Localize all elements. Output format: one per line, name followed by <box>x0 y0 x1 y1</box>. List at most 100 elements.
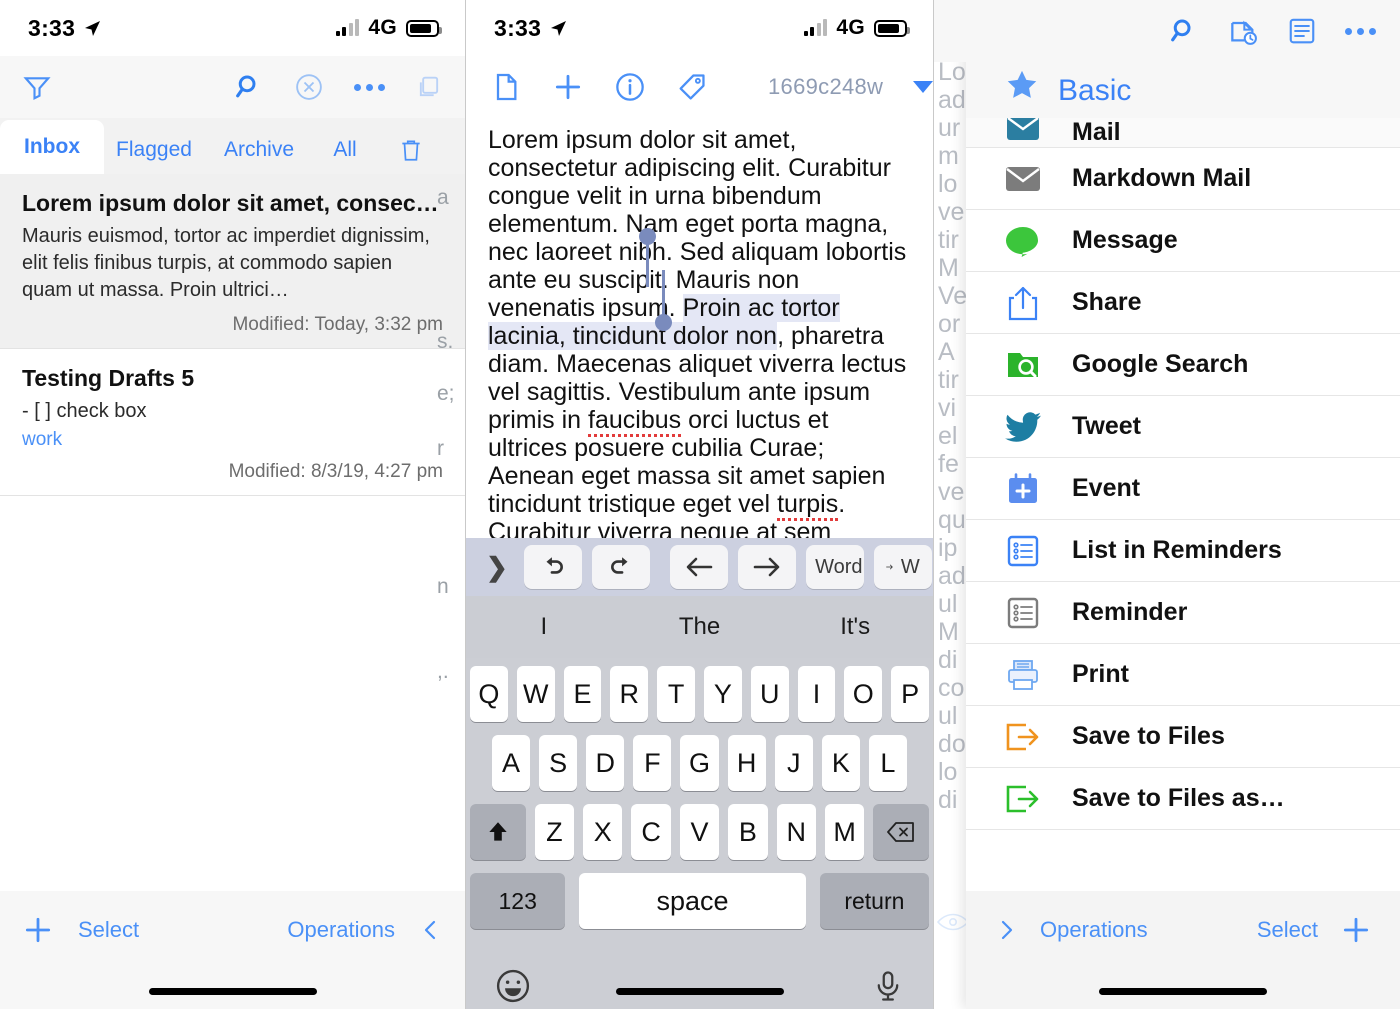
document-title[interactable]: 1669c248w <box>768 74 883 100</box>
key-d[interactable]: D <box>586 735 625 791</box>
search-icon[interactable] <box>234 72 264 102</box>
chevron-right-icon[interactable]: ❯ <box>480 552 514 583</box>
more-icon[interactable] <box>354 83 385 91</box>
operations-button[interactable]: Operations <box>287 917 395 943</box>
key-b[interactable]: B <box>728 804 768 860</box>
key-g[interactable]: G <box>680 735 719 791</box>
key-s[interactable]: S <box>539 735 578 791</box>
key-n[interactable]: N <box>776 804 816 860</box>
word-right-button[interactable]: W <box>873 545 932 589</box>
word-left-button[interactable]: Word <box>805 545 864 589</box>
bottom-row: Operations Select <box>966 891 1400 969</box>
key-k[interactable]: K <box>821 735 860 791</box>
key-e[interactable]: E <box>563 666 602 722</box>
action-item-save-to-files[interactable]: Save to Files <box>966 706 1400 768</box>
tag-icon[interactable] <box>676 71 708 103</box>
info-circle-icon[interactable] <box>614 71 646 103</box>
key-u[interactable]: U <box>750 666 789 722</box>
cursor-left-button[interactable] <box>669 545 728 589</box>
key-h[interactable]: H <box>727 735 766 791</box>
key-x[interactable]: X <box>583 804 623 860</box>
key-j[interactable]: J <box>774 735 813 791</box>
on-screen-keyboard: Q W E R T Y U I O P A S D F G H J K L Z … <box>466 658 933 1009</box>
action-item-event[interactable]: Event <box>966 458 1400 520</box>
select-button[interactable]: Select <box>1257 917 1318 943</box>
prediction-item[interactable]: The <box>622 613 778 641</box>
redo-button[interactable] <box>591 545 650 589</box>
prediction-item[interactable]: I <box>466 613 622 641</box>
action-item-message[interactable]: Message <box>966 210 1400 272</box>
shift-icon[interactable] <box>469 804 526 860</box>
action-item-mail[interactable]: Mail <box>966 118 1400 148</box>
key-v[interactable]: V <box>679 804 720 860</box>
emoji-icon[interactable] <box>494 967 532 1009</box>
editor-paragraph[interactable]: Lorem ipsum dolor sit amet, consectetur … <box>488 126 911 538</box>
folder-tabs: Inbox Flagged Archive All <box>0 118 465 174</box>
cursor-right-button[interactable] <box>737 545 796 589</box>
undo-button[interactable] <box>523 545 582 589</box>
editor-misspelled-word: turpis <box>777 490 839 521</box>
mail-icon <box>1004 118 1042 147</box>
plus-icon[interactable] <box>22 914 54 946</box>
action-item-save-to-files-as[interactable]: Save to Files as… <box>966 768 1400 830</box>
tab-flagged[interactable]: Flagged <box>104 126 204 174</box>
chevron-right-icon[interactable] <box>994 918 1018 942</box>
clear-circle-icon[interactable] <box>294 72 324 102</box>
tab-inbox[interactable]: Inbox <box>0 120 104 174</box>
signal-icon <box>335 19 360 36</box>
keyboard-bottom-row <box>470 942 929 1009</box>
key-r[interactable]: R <box>610 666 649 722</box>
key-y[interactable]: Y <box>704 666 742 722</box>
chevron-left-icon[interactable] <box>419 918 443 942</box>
action-list: Mail Markdown Mail Message Share Google … <box>966 118 1400 830</box>
return-key[interactable]: return <box>819 873 929 929</box>
selection-end-handle[interactable] <box>655 270 672 331</box>
tab-all[interactable]: All <box>314 126 376 174</box>
action-item-print[interactable]: Print <box>966 644 1400 706</box>
select-button[interactable]: Select <box>78 917 139 943</box>
key-f[interactable]: F <box>633 735 672 791</box>
key-m[interactable]: M <box>824 804 865 860</box>
action-item-tweet[interactable]: Tweet <box>966 396 1400 458</box>
key-p[interactable]: P <box>891 666 929 722</box>
list-icon[interactable] <box>1287 16 1317 46</box>
plus-icon[interactable] <box>552 71 584 103</box>
search-icon[interactable] <box>1169 16 1199 46</box>
action-label: Save to Files as… <box>1072 784 1285 812</box>
list-item[interactable]: Testing Drafts 5 - [ ] check box work Mo… <box>0 349 465 496</box>
key-c[interactable]: C <box>631 804 671 860</box>
list-item[interactable]: Lorem ipsum dolor sit amet, consecte… Ma… <box>0 174 465 349</box>
microphone-icon[interactable] <box>871 969 905 1008</box>
history-icon[interactable] <box>1227 15 1259 47</box>
tab-trash[interactable] <box>376 126 446 174</box>
chevron-down-icon[interactable] <box>913 81 933 93</box>
key-a[interactable]: A <box>492 735 531 791</box>
tab-archive[interactable]: Archive <box>204 126 314 174</box>
action-item-list-in-reminders[interactable]: List in Reminders <box>966 520 1400 582</box>
document-icon[interactable] <box>490 71 522 103</box>
selection-start-handle[interactable] <box>639 228 656 287</box>
key-o[interactable]: O <box>844 666 883 722</box>
prediction-item[interactable]: It's <box>777 613 933 641</box>
action-item-markdown-mail[interactable]: Markdown Mail <box>966 148 1400 210</box>
text-editor[interactable]: Lorem ipsum dolor sit amet, consectetur … <box>466 118 933 538</box>
action-item-google-search[interactable]: Google Search <box>966 334 1400 396</box>
space-key[interactable]: space <box>579 873 806 929</box>
action-item-reminder[interactable]: Reminder <box>966 582 1400 644</box>
operations-button[interactable]: Operations <box>1040 917 1148 943</box>
list-item-tag[interactable]: work <box>22 429 443 451</box>
numbers-key[interactable]: 123 <box>470 873 566 929</box>
plus-icon[interactable] <box>1340 914 1372 946</box>
key-l[interactable]: L <box>868 735 907 791</box>
panel-editor: 3:33 4G 1669c248w Lorem ipsum dolor sit … <box>466 0 934 1009</box>
export-icon <box>1004 718 1042 756</box>
key-i[interactable]: I <box>797 666 836 722</box>
backspace-icon[interactable] <box>873 804 930 860</box>
more-icon[interactable] <box>1345 27 1376 35</box>
key-t[interactable]: T <box>657 666 695 722</box>
key-q[interactable]: Q <box>470 666 508 722</box>
action-item-share[interactable]: Share <box>966 272 1400 334</box>
key-z[interactable]: Z <box>534 804 575 860</box>
key-w[interactable]: W <box>516 666 555 722</box>
filter-icon[interactable] <box>22 72 52 102</box>
